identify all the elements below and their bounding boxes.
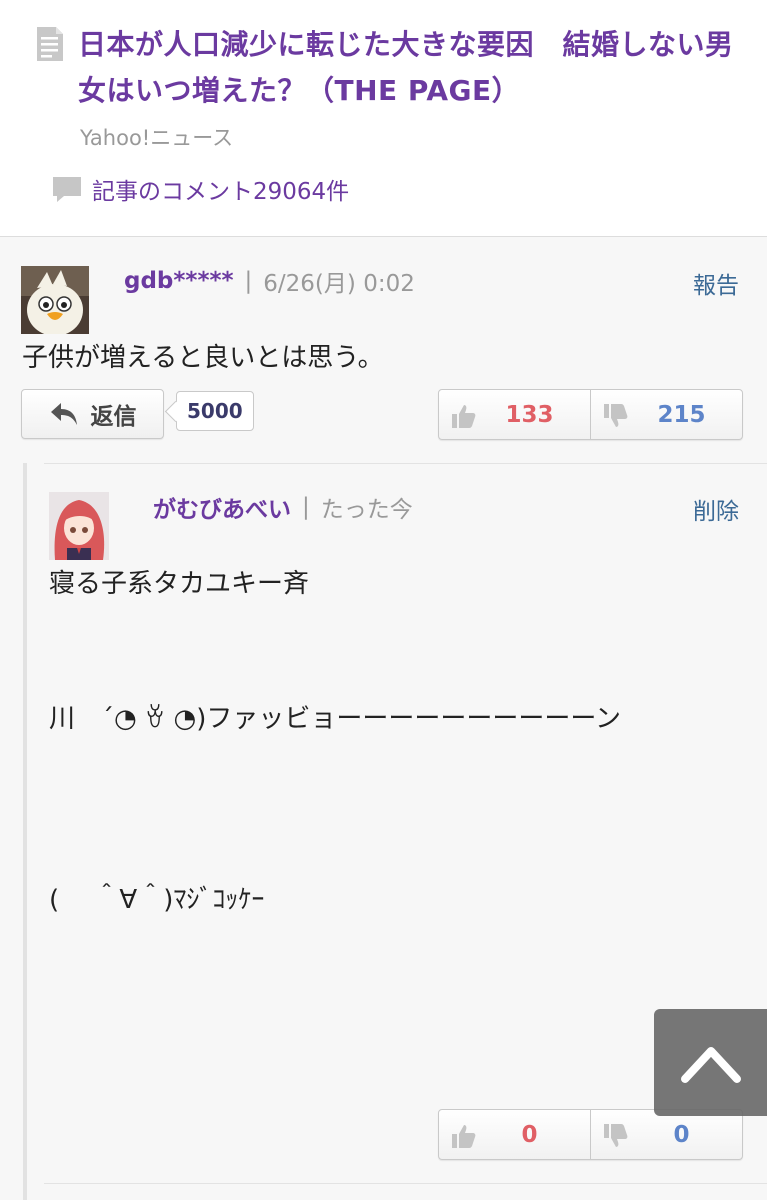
avatar-image <box>21 266 89 334</box>
reply-timestamp: たった今 <box>320 497 413 523</box>
comment-count-link[interactable]: 記事のコメント29064件 <box>92 172 349 206</box>
divider <box>44 1183 767 1184</box>
reply-text-line-1: 寝る子系タカユキー斉 <box>49 569 310 599</box>
reply-avatar-image <box>49 492 109 560</box>
comment-username[interactable]: gdb***** <box>124 268 234 294</box>
bad-vote-button[interactable]: 215 <box>590 390 742 439</box>
bad-vote-button[interactable]: 0 <box>590 1110 742 1159</box>
comment-timestamp: 6/26(月) 0:02 <box>263 271 415 297</box>
reply-button[interactable]: 返信 <box>21 389 164 439</box>
reply-username[interactable]: がむびあべい <box>153 490 291 524</box>
article-comments-link[interactable]: 記事のコメント29064件 <box>52 171 349 207</box>
report-link[interactable]: 報告 <box>693 266 739 300</box>
article-header: 日本が人口減少に転じた大きな要因 結婚しない男女はいつ増えた？（THE PAGE… <box>0 0 767 237</box>
meta-separator: | <box>244 268 253 294</box>
thumbs-up-icon <box>452 405 476 428</box>
good-vote-button[interactable]: 0 <box>439 1110 590 1159</box>
reply-avatar[interactable] <box>49 492 109 560</box>
comment-vote-group: 133 215 <box>438 389 743 440</box>
avatar[interactable] <box>21 266 89 334</box>
thumbs-down-icon <box>604 1124 628 1147</box>
reply-count-badge[interactable]: 5000 <box>176 391 254 431</box>
thumbs-up-icon <box>452 1125 476 1148</box>
chevron-up-icon <box>680 1046 741 1083</box>
comment-text: 子供が増えると良いとは思う。 <box>22 343 384 373</box>
reply-text-line-2: 川 ´◔ ꈊ ◔)ファッビョーーーーーーーーーーン <box>49 704 622 734</box>
article-source: Yahoo!ニュース <box>80 126 234 150</box>
comment-bubble-icon <box>53 177 81 202</box>
thumbs-down-icon <box>604 404 628 427</box>
reply-button-label: 返信 <box>90 404 137 430</box>
reply-arrow-icon <box>50 403 77 425</box>
reply-meta: がむびあべい | たった今 <box>153 490 413 524</box>
good-vote-button[interactable]: 133 <box>439 390 590 439</box>
reply-vote-group: 0 0 <box>438 1109 743 1160</box>
scroll-to-top-button[interactable] <box>654 1009 767 1116</box>
meta-separator: | <box>302 494 310 520</box>
divider <box>44 463 767 464</box>
delete-link[interactable]: 削除 <box>693 492 739 526</box>
comment-meta: gdb***** | 6/26(月) 0:02 <box>124 266 415 297</box>
article-title[interactable]: 日本が人口減少に転じた大きな要因 結婚しない男女はいつ増えた？（THE PAGE… <box>78 22 758 114</box>
document-icon <box>37 27 63 61</box>
reply-text-line-3: ( ＾∀＾)ﾏｼﾞｺｯｹｰ <box>49 885 265 915</box>
